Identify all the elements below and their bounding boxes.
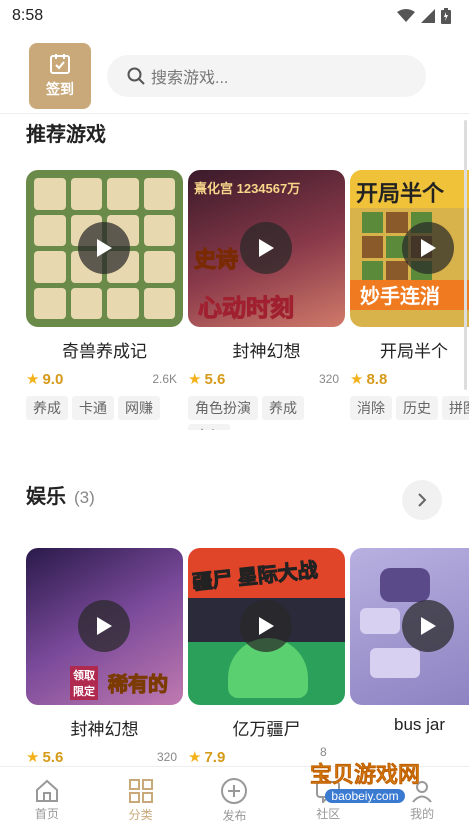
nav-label: 分类	[128, 808, 153, 822]
game-name: bus jar	[394, 715, 446, 734]
nav-item-publish[interactable]: 发布	[199, 777, 269, 824]
play-button[interactable]	[240, 222, 292, 274]
play-icon	[421, 617, 436, 635]
section-more-button[interactable]	[402, 480, 442, 520]
game-card[interactable]: 疆尸 星际大战 亿万疆尸 ★ 7.9	[188, 548, 345, 766]
thumb-text: 熹化宫 1234567万	[194, 181, 301, 196]
thumb-text: 史诗	[193, 247, 239, 273]
play-icon	[421, 239, 436, 257]
wifi-icon	[397, 9, 415, 22]
star-icon: ★	[188, 749, 202, 766]
play-button[interactable]	[240, 600, 292, 652]
scrollbar[interactable]	[464, 120, 467, 390]
publish-icon	[221, 778, 248, 804]
game-rating: ★ 5.6	[26, 749, 64, 766]
battery-icon	[441, 8, 451, 24]
download-count: 320	[318, 372, 339, 386]
status-icons	[397, 8, 451, 24]
watermark-logo: 宝贝游戏网 baobeiy.com	[290, 745, 440, 815]
star-icon: ★	[26, 371, 40, 388]
game-rating: ★ 7.9	[188, 749, 226, 766]
star-icon: ★	[188, 371, 202, 388]
watermark-title: 宝贝游戏网	[309, 762, 421, 788]
thumb-text: 心动时刻	[198, 295, 295, 323]
tag: 拼图	[442, 396, 469, 420]
game-thumbnail[interactable]	[26, 170, 183, 327]
play-icon	[97, 617, 112, 635]
game-thumbnail[interactable]	[350, 548, 469, 705]
game-rating: ★ 5.6	[188, 371, 226, 388]
tag: 卡通	[72, 396, 114, 420]
recommended-row: 奇兽养成记 ★ 9.0 2.6K 养成 卡通 网赚 熹化宫 1234567万 史诗…	[26, 170, 469, 430]
status-time: 8:58	[12, 7, 44, 24]
watermark-url: baobeiy.com	[325, 789, 405, 803]
section-count: (3)	[74, 488, 95, 507]
nav-item-home[interactable]: 首页	[12, 779, 82, 822]
signal-icon	[421, 9, 435, 23]
thumb-text: 稀有的	[108, 674, 169, 697]
tag: 养成	[26, 396, 68, 420]
play-button[interactable]	[78, 600, 130, 652]
game-name: 开局半个	[380, 342, 448, 361]
tag: 养成	[262, 396, 304, 420]
category-icon	[128, 779, 153, 803]
play-button[interactable]	[78, 222, 130, 274]
download-count: 2.6K	[152, 372, 177, 386]
nav-item-category[interactable]: 分类	[106, 778, 176, 823]
tag-list: 角色扮演 养成 奇幻	[188, 396, 345, 430]
game-card[interactable]: 奇兽养成记 ★ 9.0 2.6K 养成 卡通 网赚	[26, 170, 183, 420]
game-card[interactable]: bus jar 8 ★6	[320, 548, 469, 761]
game-thumbnail[interactable]: 领取 限定 稀有的	[26, 548, 183, 705]
play-icon	[259, 239, 274, 257]
tag: 消除	[350, 396, 392, 420]
chevron-right-icon	[418, 493, 427, 507]
play-button[interactable]	[402, 222, 454, 274]
search-icon	[127, 67, 145, 85]
tag: 网赚	[118, 396, 160, 420]
game-name: 封神幻想	[70, 720, 139, 739]
header: 签到 搜索游戏...	[0, 36, 469, 114]
checkin-button[interactable]: 签到	[29, 43, 91, 109]
play-icon	[259, 617, 274, 635]
entertainment-row: 领取 限定 稀有的 封神幻想 ★ 5.6 320 疆尸 星际大战 亿万疆尸 ★ 7.…	[26, 548, 469, 768]
game-card[interactable]: 开局半个 妙手连消 开局半个 ★8.8 消除 历史 拼图	[350, 170, 469, 420]
status-bar: 8:58	[0, 0, 469, 32]
tag: 角色扮演	[188, 396, 258, 420]
game-thumbnail[interactable]: 疆尸 星际大战	[188, 548, 345, 705]
home-icon	[35, 779, 58, 802]
thumb-text: 限定	[70, 682, 98, 700]
game-name: 封神幻想	[232, 342, 301, 361]
game-card[interactable]: 领取 限定 稀有的 封神幻想 ★ 5.6 320	[26, 548, 183, 766]
section-title-label: 娱乐	[26, 486, 66, 508]
tag: 奇幻	[188, 424, 230, 430]
game-name: 亿万疆尸	[232, 720, 301, 739]
search-input[interactable]: 搜索游戏...	[107, 55, 426, 97]
game-rating: ★ 8.8	[350, 371, 388, 388]
tag-list: 消除 历史 拼图	[350, 396, 469, 420]
play-button[interactable]	[402, 600, 454, 652]
game-thumbnail[interactable]: 熹化宫 1234567万 史诗 心动时刻	[188, 170, 345, 327]
thumb-text: 开局半个	[356, 181, 445, 206]
calendar-icon	[50, 54, 70, 74]
play-icon	[97, 239, 112, 257]
section-title-entertainment: 娱乐 (3)	[26, 480, 95, 509]
nav-label: 首页	[34, 807, 59, 821]
game-rating: ★ 9.0	[26, 371, 64, 388]
nav-label: 发布	[222, 809, 247, 823]
thumb-text: 疆尸 星际大战	[191, 559, 319, 595]
section-title-recommended: 推荐游戏	[26, 124, 106, 146]
game-thumbnail[interactable]: 开局半个 妙手连消	[350, 170, 469, 327]
game-name: 奇兽养成记	[62, 342, 147, 361]
tag-list: 养成 卡通 网赚	[26, 396, 183, 420]
thumb-text: 妙手连消	[360, 286, 440, 308]
search-placeholder: 搜索游戏...	[151, 70, 229, 87]
download-count: 320	[156, 750, 177, 764]
star-icon: ★	[26, 749, 40, 766]
game-card[interactable]: 熹化宫 1234567万 史诗 心动时刻 封神幻想 ★ 5.6 320 角色扮演 …	[188, 170, 345, 430]
checkin-label: 签到	[46, 81, 74, 97]
star-icon: ★	[350, 371, 364, 388]
tag: 历史	[396, 396, 438, 420]
